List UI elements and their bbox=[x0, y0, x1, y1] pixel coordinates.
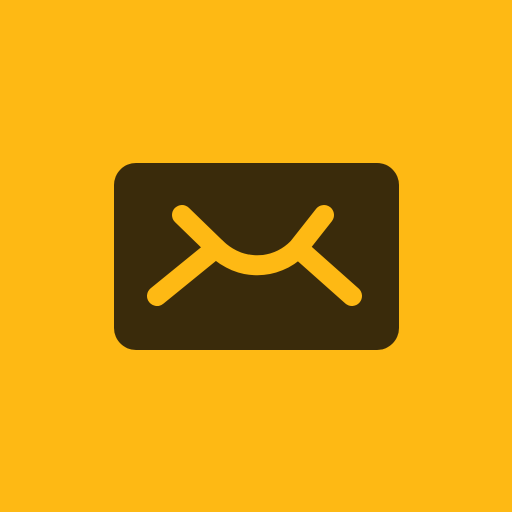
mail-app-icon[interactable] bbox=[0, 0, 512, 512]
mail-icon bbox=[114, 163, 399, 350]
